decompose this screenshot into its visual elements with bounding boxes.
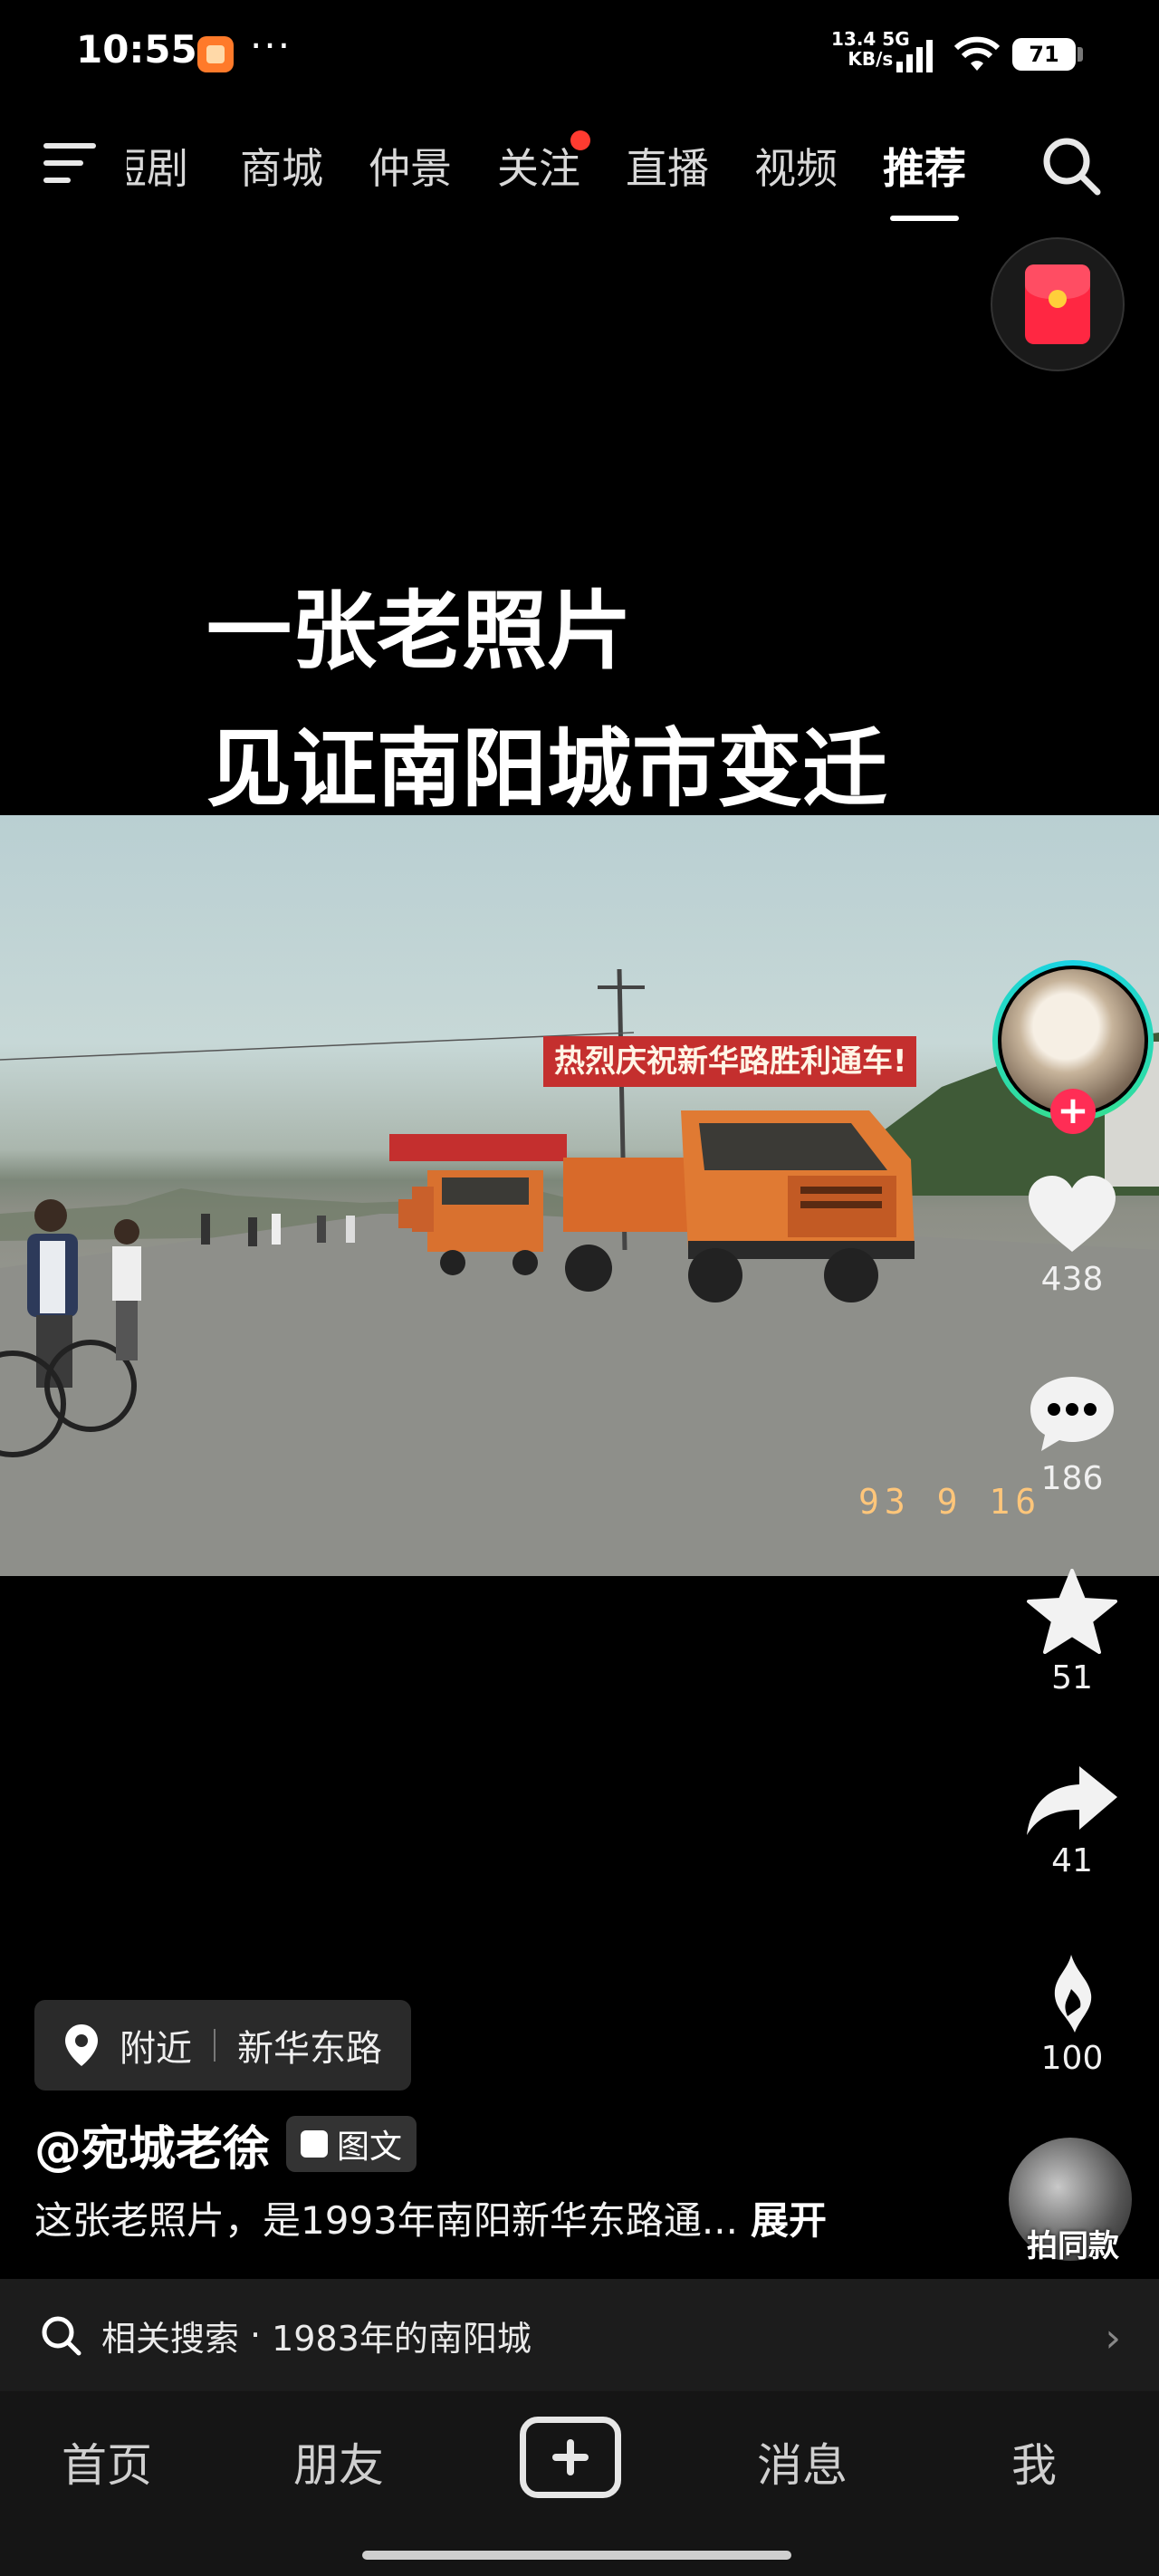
chevron-right-icon: ›	[1105, 2315, 1121, 2361]
search-icon	[42, 2316, 81, 2356]
tab-short-drama[interactable]: 短剧	[127, 136, 217, 196]
comment-count: 186	[1040, 1460, 1104, 1497]
related-search-prefix: 相关搜索	[101, 2318, 240, 2359]
photo-banner-text: 热烈庆祝新华路胜利通车!	[554, 1043, 907, 1080]
description-text: 这张老照片，是1993年南阳新华东路通...	[34, 2198, 738, 2243]
tab-mall[interactable]: 商城	[217, 136, 346, 196]
location-name: 新华东路	[237, 2028, 382, 2070]
cellular-signal-icon	[896, 40, 933, 72]
follow-plus-button[interactable]: +	[1050, 1089, 1096, 1134]
post-type-tag: 图文	[286, 2116, 417, 2172]
bottom-navigation: 首页 朋友 消息 我	[0, 2391, 1159, 2576]
author-name[interactable]: @宛城老徐	[34, 2110, 270, 2178]
same-style-label[interactable]: 拍同款	[996, 2221, 1150, 2265]
app-notification-icon	[197, 36, 234, 72]
comment-icon	[1030, 1377, 1114, 1451]
top-navigation: 短剧 商城 仲景 关注 直播 视频 推荐	[0, 118, 1159, 208]
status-bar: 10:55 ··· 13.4 5G KB/s 71	[0, 0, 1159, 109]
nav-me[interactable]: 我	[943, 2429, 1125, 2494]
related-search-query: 1983年的南阳城	[272, 2318, 532, 2359]
author-avatar[interactable]: +	[992, 960, 1154, 1134]
tab-following[interactable]: 关注	[474, 130, 603, 196]
caption-line-1: 一张老照片	[206, 582, 633, 681]
red-packet-button[interactable]	[991, 237, 1125, 371]
post-type-label: 图文	[337, 2129, 403, 2166]
post-description: 这张老照片，是1993年南阳新华东路通... 展开	[34, 2190, 827, 2245]
plus-icon	[552, 2439, 589, 2475]
favorite-count: 51	[1051, 1659, 1093, 1697]
search-icon[interactable]	[1039, 134, 1103, 197]
home-indicator[interactable]	[362, 2551, 791, 2560]
location-pin-icon	[65, 2024, 98, 2066]
tab-recommend[interactable]: 推荐	[860, 136, 989, 196]
favorite-button[interactable]: 51	[1005, 1569, 1139, 1697]
video-caption: 一张老照片 见证南阳城市变迁	[206, 563, 887, 839]
comment-button[interactable]: 186	[1005, 1373, 1139, 1497]
share-button[interactable]: 41	[1005, 1764, 1139, 1879]
nav-home[interactable]: 首页	[16, 2429, 197, 2494]
like-button[interactable]: 438	[1005, 1174, 1139, 1298]
tab-following-label: 关注	[497, 144, 580, 193]
heart-icon	[1029, 1176, 1116, 1252]
gift-count: 100	[1040, 2040, 1104, 2077]
create-post-button[interactable]	[520, 2417, 621, 2498]
tab-live[interactable]: 直播	[603, 136, 732, 196]
nav-friends[interactable]: 朋友	[248, 2429, 429, 2494]
location-nearby: 附近	[120, 2028, 192, 2070]
status-time: 10:55	[76, 27, 197, 72]
nav-messages[interactable]: 消息	[712, 2429, 893, 2494]
battery-indicator: 71	[1012, 38, 1083, 71]
nav-tabs: 短剧 商城 仲景 关注 直播 视频 推荐	[127, 130, 989, 196]
location-separator	[214, 2029, 216, 2062]
photo-illustration	[0, 968, 1159, 1576]
star-icon	[1027, 1569, 1117, 1654]
old-photo[interactable]: 热烈庆祝新华路胜利通车! 93 9 16	[0, 815, 1159, 1576]
related-search-bar[interactable]: 相关搜索 · 1983年的南阳城 ›	[0, 2279, 1159, 2391]
notification-dot	[570, 130, 590, 150]
more-notifications-icon: ···	[250, 24, 292, 68]
tab-video[interactable]: 视频	[732, 136, 860, 196]
flame-gift-icon	[1054, 1955, 1092, 2033]
image-post-icon	[301, 2130, 328, 2158]
menu-icon[interactable]	[40, 139, 100, 187]
expand-button[interactable]: 展开	[751, 2198, 827, 2243]
share-count: 41	[1051, 1842, 1093, 1879]
location-chip[interactable]: 附近 新华东路	[34, 2000, 411, 2091]
red-envelope-icon	[1025, 264, 1090, 344]
gift-button[interactable]: 100	[1005, 1953, 1139, 2077]
related-search-dot: ·	[250, 2315, 262, 2355]
wifi-icon	[954, 36, 1000, 71]
tab-zhongjing[interactable]: 仲景	[346, 136, 474, 196]
like-count: 438	[1040, 1261, 1104, 1298]
share-arrow-icon	[1027, 1766, 1117, 1835]
